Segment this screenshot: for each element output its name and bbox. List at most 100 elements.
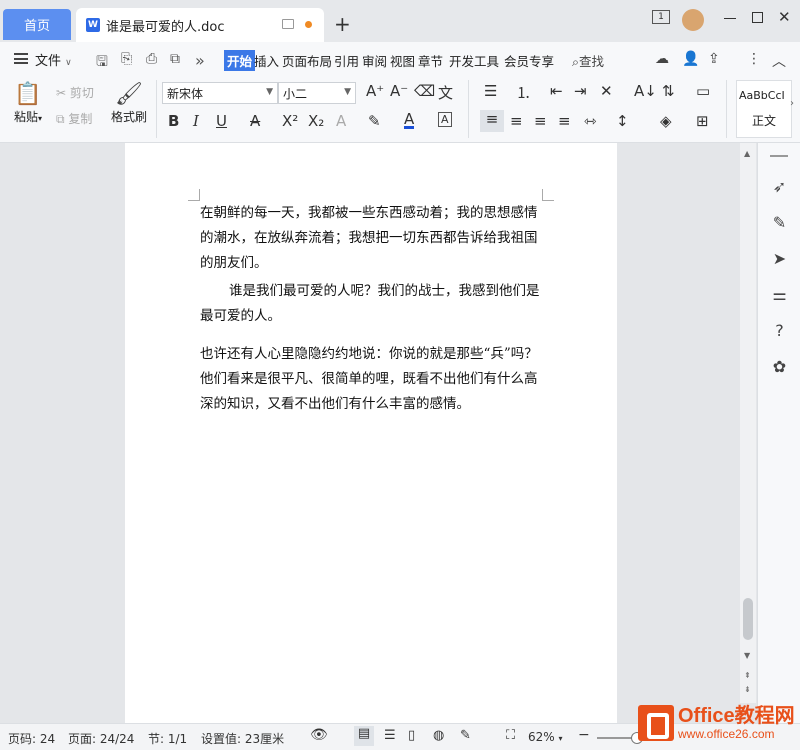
align-center-icon[interactable]: ≡	[510, 112, 523, 130]
reading-view-icon[interactable]: ▯	[408, 728, 415, 743]
text-direction-icon[interactable]: A↓	[634, 82, 657, 100]
grow-font-icon[interactable]: A⁺	[366, 82, 384, 100]
page-number[interactable]: 页码: 24	[8, 730, 55, 747]
share-user-icon[interactable]: 👤	[682, 51, 699, 67]
tab-start[interactable]: 开始	[224, 50, 255, 71]
brand-icon[interactable]: ✿	[758, 357, 800, 376]
italic-icon[interactable]: I	[193, 112, 199, 130]
section-count[interactable]: 节: 1/1	[148, 730, 187, 747]
borders-icon[interactable]: ⊞	[696, 112, 709, 130]
justify-icon[interactable]: ≡	[558, 112, 571, 130]
copy-button[interactable]: ⧉ 复制	[56, 110, 92, 127]
print-icon[interactable]: ⎙	[146, 51, 157, 67]
scroll-up-icon[interactable]: ▲	[744, 149, 750, 158]
export-icon[interactable]: ⎘	[121, 51, 132, 67]
zoom-select[interactable]: 62% ▾	[528, 730, 563, 744]
window-layout-icon[interactable]: 1	[652, 10, 670, 24]
cut-button[interactable]: ✂ 剪切	[56, 84, 94, 101]
char-border-icon[interactable]: A	[438, 112, 452, 127]
format-painter-button[interactable]: 🖌 格式刷	[108, 82, 150, 125]
scroll-thumb[interactable]	[743, 598, 753, 640]
prev-page-icon[interactable]: ⇞	[744, 671, 751, 680]
page-view-icon[interactable]: ▤	[354, 726, 374, 746]
tab-member[interactable]: 会员专享	[504, 51, 554, 70]
print-preview-icon[interactable]: ⧉	[170, 51, 180, 67]
monitor-icon[interactable]	[282, 19, 294, 29]
save-icon[interactable]: 🖫	[96, 51, 108, 75]
style-preview: AaBbCcI	[737, 81, 791, 102]
font-name-select[interactable]: 新宋体▼	[162, 82, 278, 104]
fit-page-icon[interactable]: ⛶	[506, 728, 515, 743]
separator	[468, 80, 469, 138]
cursor-icon[interactable]: ➤	[758, 249, 800, 268]
help-icon[interactable]: ?	[758, 321, 800, 340]
next-page-icon[interactable]: ⇟	[744, 685, 751, 694]
vertical-scrollbar[interactable]: ▲ ▼ ⇞ ⇟	[740, 143, 756, 703]
panel-drag-handle[interactable]	[770, 155, 788, 157]
page-count[interactable]: 页面: 24/24	[68, 730, 134, 747]
strikethrough-icon[interactable]: A	[250, 112, 260, 130]
chevron-right-icon[interactable]: ›	[790, 98, 794, 109]
document-page[interactable]: 在朝鲜的每一天，我都被一些东西感动着；我的思想感情的潮水，在放纵奔流着；我想把一…	[125, 143, 617, 723]
rocket-icon[interactable]: ➶	[758, 177, 800, 196]
highlight-icon[interactable]: ✎	[368, 112, 381, 130]
shrink-font-icon[interactable]: A⁻	[390, 82, 408, 100]
distribute-icon[interactable]: ⇿	[584, 112, 597, 130]
sort-icon[interactable]: ⇅	[662, 82, 675, 100]
align-left-icon[interactable]: ≡	[480, 110, 504, 132]
bold-icon[interactable]: B	[168, 112, 179, 130]
tab-chapter[interactable]: 章节	[418, 51, 443, 70]
text-effect-icon[interactable]: A	[336, 112, 346, 130]
new-tab-button[interactable]: +	[334, 12, 351, 36]
shading-icon[interactable]: ◈	[660, 112, 672, 130]
minimize-icon[interactable]	[724, 18, 736, 19]
write-view-icon[interactable]: ✎	[460, 728, 471, 743]
tab-review[interactable]: 审阅	[362, 51, 387, 70]
pen-icon[interactable]: ✎	[758, 213, 800, 232]
tab-view[interactable]: 视图	[390, 51, 415, 70]
eye-icon[interactable]: 👁	[310, 727, 328, 743]
setting-value[interactable]: 设置值: 23厘米	[201, 730, 284, 747]
subscript-icon[interactable]: X₂	[308, 112, 324, 130]
ruler-icon[interactable]: ▭	[696, 82, 710, 100]
tab-developer[interactable]: 开发工具	[449, 51, 499, 70]
tab-insert[interactable]: 插入	[254, 51, 279, 70]
file-menu[interactable]: 文件 ∨	[35, 50, 72, 69]
increase-indent-icon[interactable]: ⇥	[574, 82, 587, 100]
adjust-icon[interactable]: ⚌	[758, 285, 800, 304]
hamburger-menu-icon[interactable]	[14, 53, 28, 64]
font-color-icon[interactable]: A	[404, 112, 414, 129]
search-button[interactable]: ⌕查找	[572, 51, 604, 70]
title-bar: 首页 W 谁是最可爱的人.doc + 1 ✕	[0, 0, 800, 42]
underline-icon[interactable]: U	[216, 112, 227, 130]
tab-document[interactable]: W 谁是最可爱的人.doc	[76, 8, 324, 42]
close-icon[interactable]: ✕	[778, 8, 791, 26]
bullet-list-icon[interactable]: ☰	[484, 82, 497, 100]
font-size-select[interactable]: 小二▼	[278, 82, 356, 104]
numbered-list-icon[interactable]: ⒈	[516, 82, 531, 103]
zoom-out-icon[interactable]: −	[578, 727, 590, 743]
line-spacing-icon[interactable]: ↕	[616, 112, 629, 130]
chinese-layout-icon[interactable]: ✕	[600, 82, 613, 100]
superscript-icon[interactable]: X²	[282, 112, 298, 130]
style-gallery[interactable]: AaBbCcI 正文	[736, 80, 792, 138]
maximize-icon[interactable]	[752, 12, 763, 23]
paste-button[interactable]: 📋 粘贴▾	[10, 82, 46, 125]
collapse-ribbon-icon[interactable]: ︿	[772, 51, 786, 71]
clear-format-icon[interactable]: ⌫	[414, 82, 435, 100]
more-tabs-icon[interactable]: »	[195, 51, 205, 70]
decrease-indent-icon[interactable]: ⇤	[550, 82, 563, 100]
web-view-icon[interactable]: ◍	[433, 728, 444, 743]
avatar[interactable]	[682, 9, 704, 31]
outline-view-icon[interactable]: ☰	[384, 728, 396, 743]
phonetic-icon[interactable]: 文	[438, 82, 453, 103]
cloud-sync-icon[interactable]: ☁	[655, 51, 669, 67]
file-menu-label: 文件	[35, 54, 61, 69]
align-right-icon[interactable]: ≡	[534, 112, 547, 130]
tab-home[interactable]: 首页	[3, 9, 71, 40]
share-icon[interactable]: ⇪	[708, 51, 720, 67]
more-options-icon[interactable]: ⋮	[747, 51, 761, 67]
tab-page-layout[interactable]: 页面布局	[282, 51, 332, 70]
scroll-down-icon[interactable]: ▼	[744, 651, 750, 660]
tab-references[interactable]: 引用	[334, 51, 359, 70]
